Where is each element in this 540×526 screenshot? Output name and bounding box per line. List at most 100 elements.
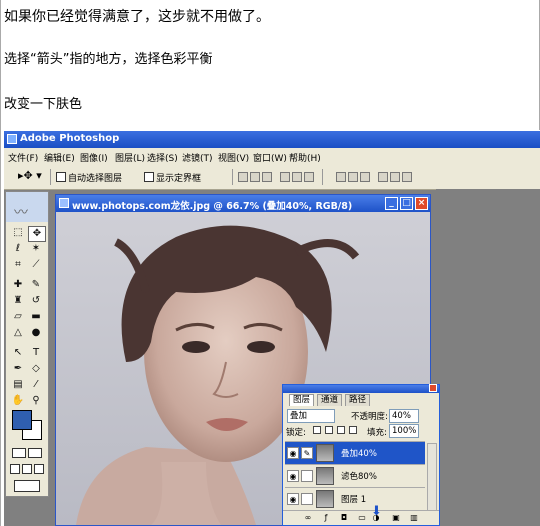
menu-layer[interactable]: 图层(L) xyxy=(115,151,145,164)
menu-file[interactable]: 文件(F) xyxy=(8,151,38,164)
eye-icon[interactable]: ◉ xyxy=(287,493,299,505)
align-bottom-icon[interactable] xyxy=(262,172,272,182)
lock-pixels-icon[interactable] xyxy=(325,426,333,434)
dodge-tool-icon[interactable]: ● xyxy=(28,326,44,340)
document-icon xyxy=(59,198,69,208)
menu-window[interactable]: 窗口(W) xyxy=(253,151,287,164)
menu-view[interactable]: 视图(V) xyxy=(218,151,249,164)
menu-image[interactable]: 图像(I) xyxy=(80,151,108,164)
history-brush-icon[interactable]: ↺ xyxy=(28,294,44,308)
opacity-label: 不透明度: xyxy=(351,412,388,422)
eraser-tool-icon[interactable]: ▱ xyxy=(10,310,26,324)
distribute-right-icon[interactable] xyxy=(402,172,412,182)
lock-position-icon[interactable] xyxy=(337,426,345,434)
lock-all-icon[interactable] xyxy=(349,426,357,434)
shape-tool-icon[interactable]: ◇ xyxy=(28,362,44,376)
tab-layers[interactable]: 图层 xyxy=(289,394,315,406)
align-right-icon[interactable] xyxy=(304,172,314,182)
add-mask-icon[interactable]: ◘ xyxy=(339,513,349,523)
align-left-icon[interactable] xyxy=(280,172,290,182)
feather-icon: 〰 xyxy=(14,205,28,221)
gradient-tool-icon[interactable]: ▬ xyxy=(28,310,44,324)
brush-tool-icon[interactable]: ✎ xyxy=(28,278,44,292)
jump-to-imageready-icon[interactable] xyxy=(14,480,40,492)
brush-icon: ✎ xyxy=(301,447,313,459)
checkbox-box xyxy=(56,172,66,182)
menu-help[interactable]: 帮助(H) xyxy=(289,151,321,164)
fill-label: 填充: xyxy=(367,428,387,438)
photoshop-window: Adobe Photoshop 文件(F) 编辑(E) 图像(I) 图层(L) … xyxy=(4,131,540,526)
notes-tool-icon[interactable]: ▤ xyxy=(10,378,26,392)
marquee-tool-icon[interactable]: ⬚ xyxy=(10,226,26,240)
eyedropper-icon[interactable]: ⁄ xyxy=(28,378,44,392)
foreground-color-swatch[interactable] xyxy=(12,410,32,430)
minimize-button[interactable]: _ xyxy=(385,197,398,210)
maximize-button[interactable]: □ xyxy=(400,197,413,210)
layer-row[interactable]: ◉ 图层 1 xyxy=(285,487,425,510)
options-separator xyxy=(50,169,51,185)
tab-channels[interactable]: 通道 xyxy=(317,394,343,406)
magic-wand-icon[interactable]: ✶ xyxy=(28,242,44,256)
link-layers-icon[interactable]: ∞ xyxy=(303,513,313,523)
fill-input[interactable]: 100% xyxy=(389,424,419,438)
document-title-bar[interactable]: www.photops.com龙依.jpg @ 66.7% (叠加40%, RG… xyxy=(56,195,430,212)
eye-icon[interactable]: ◉ xyxy=(287,470,299,482)
layer-name: 滤色80% xyxy=(341,472,377,482)
layer-row[interactable]: ◉ ✎ 叠加40% xyxy=(285,441,425,464)
hand-tool-icon[interactable]: ✋ xyxy=(10,394,26,408)
menu-bar: 文件(F) 编辑(E) 图像(I) 图层(L) 选择(S) 滤镜(T) 视图(V… xyxy=(4,148,540,166)
layer-style-icon[interactable]: ƒ xyxy=(321,513,331,523)
distribute-left-icon[interactable] xyxy=(378,172,388,182)
tab-paths[interactable]: 路径 xyxy=(345,394,371,406)
link-icon xyxy=(301,493,313,505)
align-top-icon[interactable] xyxy=(238,172,248,182)
slice-tool-icon[interactable]: ⟋ xyxy=(28,258,44,272)
distribute-vcenter-icon[interactable] xyxy=(348,172,358,182)
quickmask-mode-icon[interactable] xyxy=(28,448,42,458)
pen-tool-icon[interactable]: ✒ xyxy=(10,362,26,376)
layer-row[interactable]: ◉ 滤色80% xyxy=(285,464,425,487)
new-group-icon[interactable]: ▭ xyxy=(357,513,367,523)
move-tool-icon[interactable]: ✥ xyxy=(28,226,46,242)
menu-filter[interactable]: 滤镜(T) xyxy=(182,151,213,164)
close-button[interactable]: × xyxy=(415,197,428,210)
screen-mode-3-icon[interactable] xyxy=(34,464,44,474)
adjustment-layer-icon[interactable]: ◑ xyxy=(371,513,381,523)
distribute-bottom-icon[interactable] xyxy=(360,172,370,182)
layers-palette-titlebar[interactable] xyxy=(283,384,439,393)
align-hcenter-icon[interactable] xyxy=(292,172,302,182)
new-layer-icon[interactable]: ▣ xyxy=(391,513,401,523)
standard-mode-icon[interactable] xyxy=(12,448,26,458)
auto-select-checkbox[interactable]: 自动选择图层 xyxy=(56,171,122,184)
opacity-input[interactable]: 40% xyxy=(389,409,419,423)
crop-tool-icon[interactable]: ⌗ xyxy=(10,258,26,272)
distribute-hcenter-icon[interactable] xyxy=(390,172,400,182)
screen-mode-2-icon[interactable] xyxy=(22,464,32,474)
align-vcenter-icon[interactable] xyxy=(250,172,260,182)
zoom-tool-icon[interactable]: ⚲ xyxy=(28,394,44,408)
healing-brush-icon[interactable]: ✚ xyxy=(10,278,26,292)
blur-tool-icon[interactable]: △ xyxy=(10,326,26,340)
move-tool-icon[interactable]: ▸✥ ▾ xyxy=(18,169,42,182)
left-border-line xyxy=(0,0,1,526)
close-icon[interactable] xyxy=(429,384,437,392)
lock-transparency-icon[interactable] xyxy=(313,426,321,434)
blend-mode-select[interactable]: 叠加 xyxy=(287,409,335,423)
workspace-background xyxy=(436,189,540,526)
layers-scrollbar[interactable] xyxy=(427,443,437,511)
eye-icon[interactable]: ◉ xyxy=(287,447,299,459)
path-select-icon[interactable]: ↖ xyxy=(10,346,26,360)
type-tool-icon[interactable]: T xyxy=(28,346,44,360)
lasso-tool-icon[interactable]: ℓ xyxy=(10,242,26,256)
show-bounds-checkbox[interactable]: 显示定界框 xyxy=(144,171,201,184)
checkbox-box xyxy=(144,172,154,182)
clone-stamp-icon[interactable]: ♜ xyxy=(10,294,26,308)
trash-icon[interactable]: ▥ xyxy=(409,513,419,523)
menu-select[interactable]: 选择(S) xyxy=(147,151,178,164)
layer-name: 叠加40% xyxy=(341,449,377,459)
screen-mode-1-icon[interactable] xyxy=(10,464,20,474)
article-line-3: 改变一下肤色 xyxy=(4,97,83,112)
distribute-top-icon[interactable] xyxy=(336,172,346,182)
menu-edit[interactable]: 编辑(E) xyxy=(44,151,75,164)
photoshop-title-bar[interactable]: Adobe Photoshop xyxy=(4,131,540,148)
